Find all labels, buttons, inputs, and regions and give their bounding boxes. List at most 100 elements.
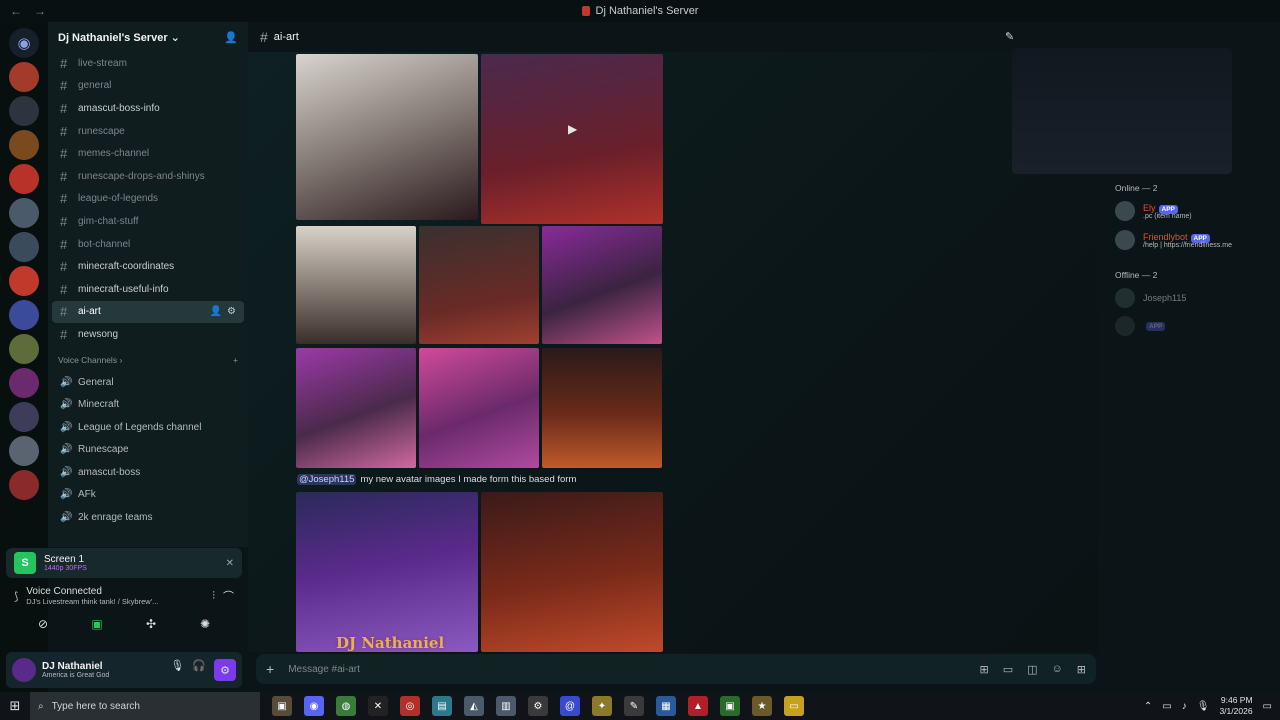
server-icon[interactable]	[9, 334, 39, 364]
voice-channel-item[interactable]: 🔊 2k enrage teams	[52, 506, 244, 529]
app-icon[interactable]: ◎	[400, 696, 420, 716]
server-icon[interactable]	[9, 300, 39, 330]
app-icon[interactable]: ▤	[432, 696, 452, 716]
server-icon[interactable]	[9, 130, 39, 160]
channel-item[interactable]: # runescape-drops-and-shinys	[52, 165, 244, 188]
channel-item[interactable]: # ai-art 👤 ⚙	[52, 300, 244, 324]
noise-suppression-icon[interactable]: ⫶	[212, 590, 215, 603]
server-icon[interactable]	[9, 96, 39, 126]
voice-channels-header[interactable]: Voice Channels › +	[48, 349, 248, 371]
attachment-image[interactable]	[419, 348, 539, 468]
app-icon[interactable]: ▦	[656, 696, 676, 716]
channel-item[interactable]: # minecraft-coordinates	[52, 255, 244, 278]
server-icon[interactable]	[9, 368, 39, 398]
server-header[interactable]: Dj Nathaniel's Server ⌄ 👤	[48, 22, 248, 52]
app-icon[interactable]: ★	[752, 696, 772, 716]
volume-icon[interactable]: ♪	[1182, 701, 1187, 712]
attachment-image[interactable]	[542, 226, 662, 344]
channel-item[interactable]: # general	[52, 75, 244, 98]
channel-item[interactable]: # minecraft-useful-info	[52, 278, 244, 301]
channel-item[interactable]: # runescape	[52, 120, 244, 143]
windows-start-icon[interactable]: ⊞	[0, 698, 30, 714]
server-icon[interactable]	[9, 266, 39, 296]
notifications-icon[interactable]: ▭	[1263, 701, 1272, 712]
voice-channel-item[interactable]: 🔊 AFk	[52, 484, 244, 507]
settings-gear-icon[interactable]: ⚙	[227, 306, 236, 317]
member-item[interactable]: Friendlybot APP /help | https://friendlin…	[1115, 230, 1232, 250]
taskbar-search[interactable]: ⌕ Type here to search	[30, 692, 260, 720]
voice-channel-item[interactable]: 🔊 General	[52, 371, 244, 394]
invite-icon[interactable]: 👤	[210, 306, 222, 317]
app-icon[interactable]: ✦	[592, 696, 612, 716]
stream-card[interactable]: S Screen 1 1440p 30FPS ✕	[6, 548, 242, 578]
server-icon[interactable]	[9, 402, 39, 432]
app-icon[interactable]: ▲	[688, 696, 708, 716]
server-icon[interactable]	[9, 198, 39, 228]
discord-home-icon[interactable]: ◉	[9, 28, 39, 58]
channel-item[interactable]: # live-stream	[52, 52, 244, 75]
microphone-icon[interactable]: 🎙	[170, 659, 184, 681]
attachment-image[interactable]	[296, 492, 478, 652]
server-icon[interactable]	[9, 232, 39, 262]
user-mention[interactable]: @Joseph115	[297, 474, 357, 485]
member-item[interactable]: APP	[1115, 316, 1166, 336]
camera-off-icon[interactable]: ⊘	[31, 614, 55, 634]
app-icon[interactable]: @	[560, 696, 580, 716]
attachment-image[interactable]	[419, 226, 539, 344]
gif-icon[interactable]: ▭	[1003, 663, 1013, 676]
attachment-image[interactable]	[296, 226, 416, 344]
app-icon[interactable]: ▣	[720, 696, 740, 716]
app-icon[interactable]: ✕	[368, 696, 388, 716]
attachment-video[interactable]	[481, 54, 663, 224]
app-icon[interactable]: ▥	[496, 696, 516, 716]
channel-item[interactable]: # bot-channel	[52, 233, 244, 256]
attachment-image[interactable]	[296, 54, 478, 220]
screen-share-icon[interactable]: ▣	[85, 614, 109, 634]
server-icon[interactable]	[9, 164, 39, 194]
add-member-icon[interactable]: 👤	[224, 31, 238, 44]
settings-gear-icon[interactable]: ⚙	[214, 659, 236, 681]
attachment-image[interactable]	[296, 348, 416, 468]
app-icon[interactable]: ▣	[272, 696, 292, 716]
clock[interactable]: 9:46 PM 3/1/2026	[1219, 695, 1252, 717]
app-icon[interactable]: ✎	[624, 696, 644, 716]
avatar[interactable]	[12, 658, 36, 682]
server-icon[interactable]	[9, 436, 39, 466]
channel-item[interactable]: # memes-channel	[52, 142, 244, 165]
file-explorer-icon[interactable]: ▭	[784, 696, 804, 716]
voice-channel-item[interactable]: 🔊 amascut-boss	[52, 461, 244, 484]
network-icon[interactable]: ▭	[1162, 701, 1171, 712]
channel-item[interactable]: # amascut-boss-info	[52, 97, 244, 120]
voice-channel-item[interactable]: 🔊 League of Legends channel	[52, 416, 244, 439]
member-item[interactable]: Ely APP .pc (item name)	[1115, 201, 1192, 221]
chrome-icon[interactable]: ◍	[336, 696, 356, 716]
add-attachment-icon[interactable]: +	[266, 661, 274, 677]
apps-icon[interactable]: ⊞	[1077, 663, 1086, 676]
add-channel-icon[interactable]: +	[233, 355, 238, 365]
emoji-icon[interactable]: ☺	[1052, 663, 1063, 676]
server-icon[interactable]	[9, 62, 39, 92]
gift-icon[interactable]: ⊞	[980, 663, 989, 676]
sticker-icon[interactable]: ◫	[1027, 663, 1037, 676]
server-icon[interactable]	[9, 470, 39, 500]
app-icon[interactable]: ◭	[464, 696, 484, 716]
channel-item[interactable]: # gim-chat-stuff	[52, 210, 244, 233]
close-stream-icon[interactable]: ✕	[226, 558, 234, 569]
back-arrow-icon[interactable]: ←	[10, 4, 22, 18]
chevron-up-icon[interactable]: ⌃	[1144, 701, 1152, 712]
voice-channel-item[interactable]: 🔊 Minecraft	[52, 393, 244, 416]
play-icon[interactable]: ▶	[568, 122, 582, 136]
microphone-icon[interactable]: 🎙	[1197, 701, 1210, 712]
headphones-icon[interactable]: 🎧	[192, 659, 206, 681]
attachment-image[interactable]	[542, 348, 662, 468]
soundboard-icon[interactable]: ✺	[193, 614, 217, 634]
forward-arrow-icon[interactable]: →	[34, 4, 46, 18]
activities-icon[interactable]: ✣	[139, 614, 163, 634]
member-item[interactable]: Joseph115	[1115, 288, 1186, 308]
discord-icon[interactable]: ◉	[304, 696, 324, 716]
settings-gear-icon[interactable]: ⚙	[528, 696, 548, 716]
channel-item[interactable]: # newsong	[52, 323, 244, 346]
attachment-image[interactable]	[481, 492, 663, 652]
channel-item[interactable]: # league-of-legends	[52, 188, 244, 211]
threads-icon[interactable]: ✎	[1005, 30, 1014, 43]
